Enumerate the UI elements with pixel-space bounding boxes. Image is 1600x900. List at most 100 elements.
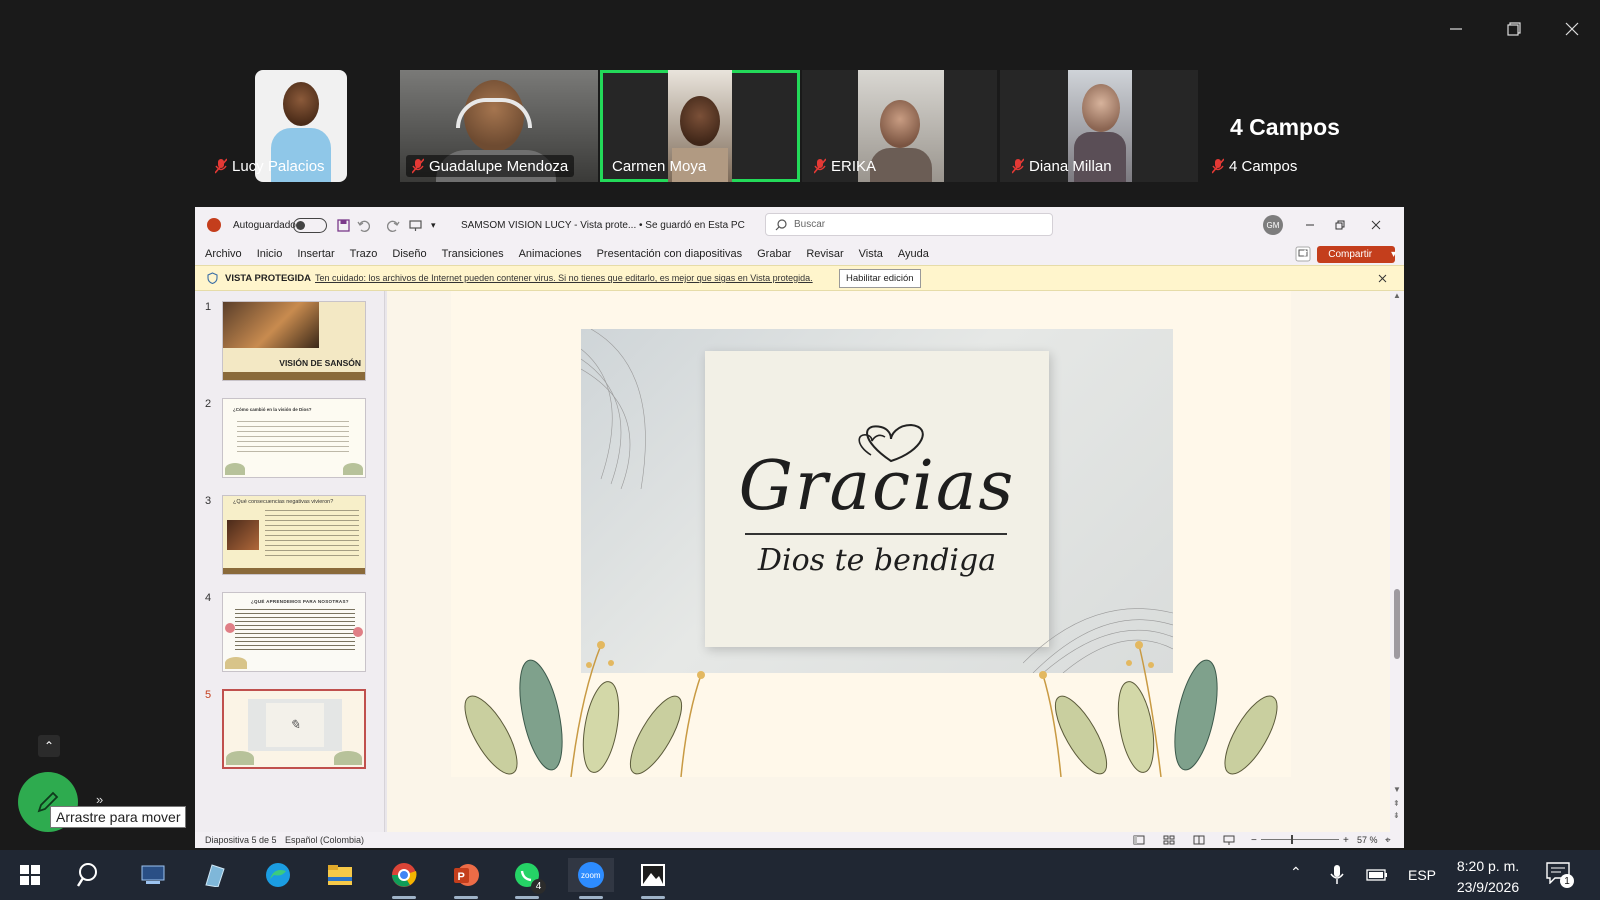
share-icon: ⇪	[1300, 248, 1310, 260]
microphone-icon[interactable]	[1330, 864, 1344, 886]
slide-thumbnail[interactable]: ¿Qué consecuencias negativas vivieron?	[222, 495, 366, 575]
tab-presentacion[interactable]: Presentación con diapositivas	[597, 248, 743, 260]
scrollbar-thumb[interactable]	[1394, 589, 1400, 659]
slide-sorter-icon[interactable]	[1163, 835, 1175, 845]
participant-nameplate: 4 Campos	[1206, 155, 1303, 177]
close-icon	[1565, 22, 1579, 36]
participant-nameplate: ERIKA	[808, 155, 882, 177]
customize-toolbar-icon[interactable]: ▾	[431, 220, 436, 231]
search-box[interactable]: Buscar	[765, 213, 1053, 236]
vertical-scrollbar[interactable]: ▲ ▼ ⇞ ⇟	[1390, 291, 1404, 832]
tab-transiciones[interactable]: Transiciones	[442, 248, 504, 260]
ppt-restore-icon[interactable]	[1335, 220, 1345, 230]
present-from-start-icon[interactable]	[409, 219, 422, 232]
search-icon	[775, 219, 787, 231]
file-explorer-button[interactable]	[323, 858, 357, 892]
slide-thumbnail[interactable]: VISIÓN DE SANSÓN	[222, 301, 366, 381]
user-avatar[interactable]: GM	[1263, 215, 1283, 235]
tab-ayuda[interactable]: Ayuda	[898, 248, 929, 260]
tab-revisar[interactable]: Revisar	[806, 248, 843, 260]
notebook-icon	[205, 864, 225, 887]
undo-icon[interactable]	[357, 219, 370, 232]
task-view-icon	[141, 865, 165, 884]
tab-inicio[interactable]: Inicio	[257, 248, 283, 260]
chrome-button[interactable]	[387, 858, 421, 892]
edge-button[interactable]	[261, 858, 295, 892]
battery-icon[interactable]	[1366, 868, 1388, 882]
slide-title: Gracias	[738, 447, 1016, 526]
ppt-close-icon[interactable]	[1371, 220, 1381, 230]
restore-button[interactable]	[1494, 14, 1534, 44]
participant-big-name: 4 Campos	[1230, 114, 1340, 140]
normal-view-icon[interactable]	[1133, 835, 1145, 845]
slide-number: 4	[205, 592, 212, 604]
tab-grabar[interactable]: Grabar	[757, 248, 791, 260]
powerpoint-taskbar-button[interactable]: P	[449, 858, 483, 892]
zoom-slider-thumb[interactable]	[1291, 835, 1293, 844]
tab-archivo[interactable]: Archivo	[205, 248, 242, 260]
task-view-button[interactable]	[136, 858, 170, 892]
ppt-titlebar: Autoguardado ▾ SAMSOM VISION LUCY - Vist…	[195, 207, 1404, 243]
leaves-left-decoration	[464, 641, 705, 777]
clock[interactable]: 8:20 p. m. 23/9/2026	[1450, 856, 1526, 898]
notifications-button[interactable]: 1	[1546, 862, 1574, 889]
autosave-toggle[interactable]	[293, 217, 327, 233]
ppt-minimize-icon[interactable]	[1305, 220, 1315, 230]
protected-view-bar: VISTA PROTEGIDA Ten cuidado: los archivo…	[195, 265, 1404, 291]
slide-thumbnail[interactable]: ¿QUÉ APRENDEMOS PARA NOSOTRAS?	[222, 592, 366, 672]
restore-icon	[1507, 22, 1521, 36]
participant-tile[interactable]: ERIKA	[802, 70, 997, 182]
scroll-down-icon[interactable]: ▼	[1393, 785, 1401, 794]
mic-muted-icon	[1012, 158, 1024, 174]
collapse-up-icon[interactable]: ⌃	[38, 735, 60, 757]
tab-animaciones[interactable]: Animaciones	[519, 248, 582, 260]
photos-button[interactable]	[636, 858, 670, 892]
start-button[interactable]	[13, 858, 47, 892]
slide-subtitle: Dios te bendiga	[757, 543, 997, 578]
whatsapp-button[interactable]: 4	[510, 858, 546, 894]
participant-tile[interactable]: Diana Millan	[1000, 70, 1198, 182]
next-slide-icon[interactable]: ⇟	[1393, 811, 1400, 820]
participant-tile-active-speaker[interactable]: Carmen Moya	[600, 70, 800, 182]
dismiss-bar-icon[interactable]	[1378, 274, 1387, 283]
participant-tile[interactable]: Lucy Palacios	[203, 70, 398, 182]
close-button[interactable]	[1552, 14, 1592, 44]
minimize-button[interactable]	[1436, 14, 1476, 44]
scroll-up-icon[interactable]: ▲	[1393, 291, 1401, 300]
zoom-in-icon[interactable]: +	[1343, 835, 1349, 846]
slide-thumbnail-selected[interactable]: ✎	[222, 689, 366, 769]
expand-toolbar-icon[interactable]: »	[96, 792, 103, 807]
fit-to-window-icon[interactable]: ⌖	[1385, 835, 1391, 846]
share-button[interactable]: ⇪ Compartir ▾	[1301, 245, 1396, 263]
zoom-taskbar-button[interactable]: zoom	[568, 858, 614, 892]
taskbar-search-button[interactable]	[73, 858, 107, 892]
tab-diseno[interactable]: Diseño	[392, 248, 426, 260]
input-language[interactable]: ESP	[1408, 867, 1436, 883]
participant-tile[interactable]: Guadalupe Mendoza	[400, 70, 598, 182]
tab-vista[interactable]: Vista	[859, 248, 883, 260]
notes-app-button[interactable]	[197, 858, 231, 892]
tab-trazo[interactable]: Trazo	[350, 248, 378, 260]
tab-insertar[interactable]: Insertar	[297, 248, 334, 260]
previous-slide-icon[interactable]: ⇞	[1393, 799, 1400, 808]
save-icon[interactable]	[337, 218, 350, 232]
protected-view-message[interactable]: Ten cuidado: los archivos de Internet pu…	[315, 273, 813, 283]
enable-editing-button[interactable]: Habilitar edición	[839, 269, 921, 288]
reading-view-icon[interactable]	[1193, 835, 1205, 845]
slide-thumbnail[interactable]: ¿Cómo cambió en la visión de Dios?	[222, 398, 366, 478]
participant-name: 4 Campos	[1229, 157, 1298, 175]
zoom-slider[interactable]	[1261, 835, 1339, 844]
redo-icon[interactable]	[387, 219, 400, 232]
slideshow-icon[interactable]	[1223, 835, 1235, 845]
language-status[interactable]: Español (Colombia)	[285, 835, 364, 845]
edge-icon	[266, 863, 290, 887]
mic-muted-icon	[1212, 158, 1224, 174]
show-hidden-icons-icon[interactable]: ⌃	[1290, 864, 1302, 881]
slide-number: 1	[205, 301, 212, 313]
mic-muted-icon	[412, 158, 424, 174]
zoom-level[interactable]: 57 %	[1357, 835, 1378, 845]
slide[interactable]: Gracias Dios te bendiga	[451, 291, 1291, 777]
slide-thumbnail-pane: 1 VISIÓN DE SANSÓN 2 ¿Cómo cambió en la …	[195, 291, 385, 832]
slide-number: 5	[205, 689, 212, 701]
zoom-out-icon[interactable]: −	[1251, 835, 1257, 846]
